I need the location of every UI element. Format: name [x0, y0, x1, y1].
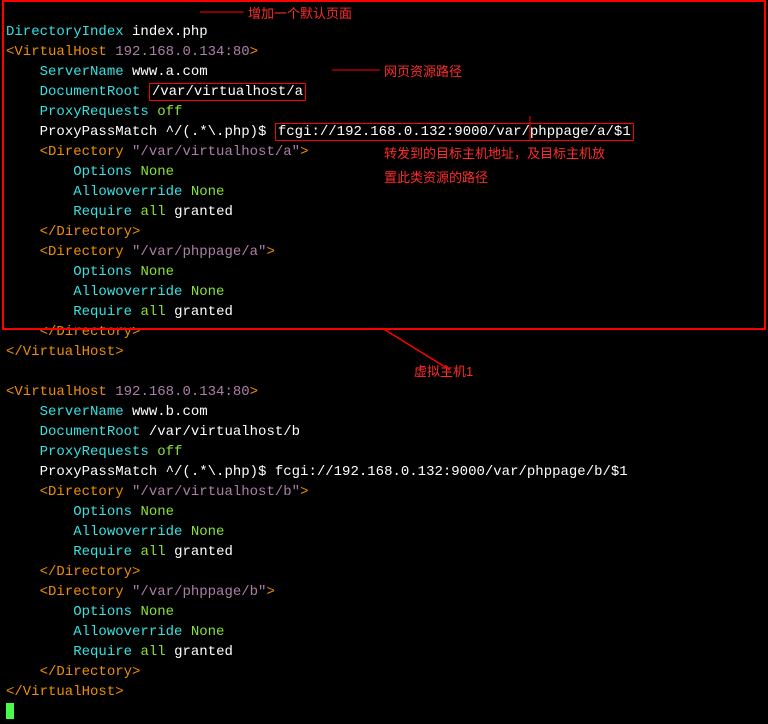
value: www.b.com [132, 404, 208, 420]
value: www.a.com [132, 64, 208, 80]
value: None [140, 604, 174, 620]
value: granted [174, 544, 233, 560]
directive: ProxyRequests [40, 444, 149, 460]
annot-default-page: 增加一个默认页面 [248, 4, 352, 24]
directive: Options [73, 504, 132, 520]
tag-close: </Directory> [40, 324, 141, 340]
tag-close: > [250, 384, 258, 400]
directive: Require [73, 304, 132, 320]
proxy-line: ProxyPassMatch ^/(.*\.php)$ fcgi://192.1… [40, 464, 628, 480]
directive: Allowoverride [73, 284, 182, 300]
tag-close: </VirtualHost> [6, 684, 124, 700]
addr: 192.168.0.134:80 [115, 44, 249, 60]
value: None [191, 184, 225, 200]
tag-close: > [300, 484, 308, 500]
directive: ProxyRequests [40, 104, 149, 120]
tag-close: > [250, 44, 258, 60]
path: "/var/virtualhost/b" [132, 484, 300, 500]
value: None [140, 164, 174, 180]
tag-close: > [266, 584, 274, 600]
value: all [140, 304, 165, 320]
value: /var/virtualhost/b [149, 424, 300, 440]
directive: Options [73, 604, 132, 620]
tag-close: </Directory> [40, 564, 141, 580]
value: off [157, 104, 182, 120]
tag-open: <Directory [40, 484, 124, 500]
tag-open: <VirtualHost [6, 384, 107, 400]
value: None [140, 504, 174, 520]
value: None [191, 284, 225, 300]
value: all [140, 544, 165, 560]
directive: ServerName [40, 64, 124, 80]
annot-vhost: 虚拟主机1 [414, 362, 473, 382]
directive: DocumentRoot [40, 84, 141, 100]
addr: 192.168.0.134:80 [115, 384, 249, 400]
directive: Allowoverride [73, 624, 182, 640]
proxy-line: ProxyPassMatch ^/(.*\.php)$ [40, 124, 267, 140]
value: off [157, 444, 182, 460]
value: index.php [132, 24, 208, 40]
value: None [191, 624, 225, 640]
value: None [140, 264, 174, 280]
annot-fcgi-line1: 转发到的目标主机地址，及目标主机放 [384, 144, 605, 164]
path: "/var/virtualhost/a" [132, 144, 300, 160]
tag-open: <Directory [40, 144, 124, 160]
directive: ServerName [40, 404, 124, 420]
tag-close: </VirtualHost> [6, 344, 124, 360]
fcgi-box: fcgi://192.168.0.132:9000/var/phppage/a/… [275, 123, 634, 141]
directive: Require [73, 644, 132, 660]
config-code: DirectoryIndex index.php <VirtualHost 19… [0, 0, 768, 724]
directive: Options [73, 164, 132, 180]
value: None [191, 524, 225, 540]
docroot-box: /var/virtualhost/a [149, 83, 306, 101]
directive: DirectoryIndex [6, 24, 124, 40]
value: all [140, 644, 165, 660]
tag-open: <VirtualHost [6, 44, 107, 60]
directive: Require [73, 204, 132, 220]
tag-close: > [300, 144, 308, 160]
directive: Options [73, 264, 132, 280]
tag-close: </Directory> [40, 224, 141, 240]
directive: Allowoverride [73, 184, 182, 200]
annot-docroot: 网页资源路径 [384, 62, 462, 82]
tag-close: </Directory> [40, 664, 141, 680]
path: "/var/phppage/a" [132, 244, 266, 260]
annot-fcgi-line2: 置此类资源的路径 [384, 168, 488, 188]
path: "/var/phppage/b" [132, 584, 266, 600]
terminal-cursor [6, 703, 14, 719]
value: granted [174, 304, 233, 320]
value: granted [174, 644, 233, 660]
directive: Allowoverride [73, 524, 182, 540]
tag-close: > [266, 244, 274, 260]
value: granted [174, 204, 233, 220]
tag-open: <Directory [40, 584, 124, 600]
directive: Require [73, 544, 132, 560]
value: all [140, 204, 165, 220]
directive: DocumentRoot [40, 424, 141, 440]
tag-open: <Directory [40, 244, 124, 260]
